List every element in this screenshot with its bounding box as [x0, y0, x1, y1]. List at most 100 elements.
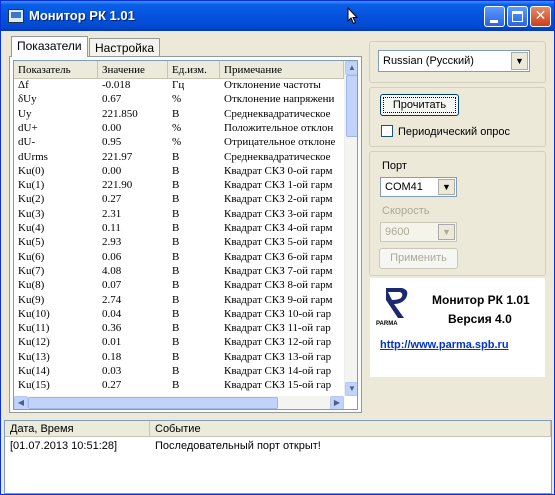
- cell-unit: В: [172, 237, 180, 249]
- table-vertical-scrollbar[interactable]: ▲ ▼: [344, 61, 357, 396]
- cell-value: 0.03: [102, 366, 122, 377]
- cell-note: Квадрат СКЗ 13-ой гар: [224, 351, 332, 363]
- cell-note: Квадрат СКЗ 14-ой гар: [224, 366, 332, 377]
- log-header: Дата, Время Событие: [5, 421, 551, 437]
- scroll-left-arrow-icon[interactable]: ◀: [14, 396, 28, 409]
- column-header-unit[interactable]: Ед.изм.: [168, 61, 220, 79]
- table-row[interactable]: Ku(11) 0.36 В Квадрат СКЗ 11-ой гар: [14, 323, 344, 335]
- cell-note: Отрицательное отклоне: [224, 137, 336, 149]
- tab-settings[interactable]: Настройка: [89, 38, 161, 57]
- cell-note: Квадрат СКЗ 12-ой гар: [224, 337, 332, 349]
- log-column-datetime[interactable]: Дата, Время: [5, 421, 150, 437]
- table-row[interactable]: Ku(1) 221.90 В Квадрат СКЗ 1-ой гарм: [14, 180, 344, 192]
- app-monitor-icon: [8, 9, 24, 23]
- cell-indicator: Ku(5): [18, 237, 45, 249]
- table-row[interactable]: Ku(7) 4.08 В Квадрат СКЗ 7-ой гарм: [14, 266, 344, 278]
- table-row[interactable]: Ku(3) 2.31 В Квадрат СКЗ 3-ой гарм: [14, 209, 344, 221]
- cell-value: 2.31: [102, 208, 122, 220]
- table-row[interactable]: Ku(9) 2.74 В Квадрат СКЗ 9-ой гарм: [14, 295, 344, 307]
- maximize-button[interactable]: [507, 6, 528, 27]
- table-row[interactable]: Ku(2) 0.27 В Квадрат СКЗ 2-ой гарм: [14, 194, 344, 206]
- cell-unit: В: [172, 380, 180, 392]
- table-row[interactable]: dUrms 221.97 В Среднеквадратическое: [14, 152, 344, 164]
- chevron-down-icon[interactable]: ▼: [438, 179, 455, 195]
- cell-value: 2.74: [102, 294, 122, 306]
- column-header-indicator[interactable]: Показатель: [14, 61, 98, 79]
- speed-label: Скорость: [382, 205, 430, 217]
- vertical-scroll-thumb[interactable]: [346, 75, 357, 137]
- cell-indicator: Ku(13): [18, 351, 50, 363]
- mouse-cursor-icon: [347, 7, 359, 25]
- cell-value: 221.90: [102, 180, 133, 192]
- table-row[interactable]: Δf -0.018 Гц Отклонение частоты: [14, 80, 344, 92]
- main-window: Монитор РК 1.01 ✕ Показатели Настройка П…: [0, 0, 555, 495]
- cell-value: 221.850: [102, 108, 138, 120]
- speed-select: 9600 ▼: [380, 222, 457, 242]
- cell-unit: В: [172, 208, 180, 220]
- language-select[interactable]: Russian (Русский) ▼: [378, 50, 530, 72]
- column-header-note[interactable]: Примечание: [220, 61, 344, 79]
- maximize-icon: [512, 11, 523, 22]
- table-row[interactable]: Ku(14) 0.03 В Квадрат СКЗ 14-ой гар: [14, 366, 344, 378]
- minimize-button[interactable]: [484, 6, 505, 27]
- table-row[interactable]: dU+ 0.00% Положительное отклон: [14, 123, 344, 135]
- language-select-value: Russian (Русский): [383, 55, 474, 67]
- table-row[interactable]: Ku(12) 0.01 В Квадрат СКЗ 12-ой гар: [14, 337, 344, 349]
- cell-indicator: dU+: [18, 122, 38, 134]
- table-row[interactable]: Ku(10) 0.04 В Квадрат СКЗ 10-ой гар: [14, 309, 344, 321]
- table-row[interactable]: Uy 221.850 В Среднеквадратическое: [14, 109, 344, 121]
- cell-value: 0.07: [102, 280, 122, 292]
- cell-indicator: Ku(15): [18, 380, 50, 392]
- website-link[interactable]: http://www.parma.spb.ru: [380, 339, 509, 351]
- cell-value: 0.00: [102, 165, 122, 177]
- indicators-table[interactable]: Показатель Значение Ед.изм. Примечание Δ…: [13, 60, 358, 410]
- scroll-up-arrow-icon[interactable]: ▲: [345, 61, 357, 75]
- table-row[interactable]: Ku(6) 0.06 В Квадрат СКЗ 6-ой гарм: [14, 252, 344, 264]
- read-button[interactable]: Прочитать: [380, 94, 459, 116]
- log-row[interactable]: [01.07.2013 10:51:28] Последовательный п…: [5, 440, 551, 453]
- about-panel: PARMA Монитор РК 1.01 Версия 4.0 http://…: [370, 278, 545, 377]
- cell-note: Квадрат СКЗ 4-ой гарм: [224, 223, 333, 234]
- cell-unit: Гц: [172, 80, 185, 91]
- port-select[interactable]: COM41 ▼: [380, 177, 457, 197]
- table-row[interactable]: dU- 0.95% Отрицательное отклоне: [14, 137, 344, 149]
- table-row[interactable]: Ku(5) 2.93 В Квадрат СКЗ 5-ой гарм: [14, 237, 344, 249]
- parma-logo-icon: [386, 288, 408, 318]
- cell-note: Среднеквадратическое: [224, 108, 331, 120]
- close-button[interactable]: ✕: [530, 6, 551, 27]
- scroll-down-arrow-icon[interactable]: ▼: [345, 382, 357, 396]
- tab-indicators[interactable]: Показатели: [11, 36, 88, 57]
- cell-note: Квадрат СКЗ 11-ой гар: [224, 323, 331, 335]
- cell-unit: В: [172, 165, 180, 177]
- title-bar[interactable]: Монитор РК 1.01 ✕: [1, 1, 554, 31]
- cell-value: 221.97: [102, 151, 133, 163]
- cell-note: Квадрат СКЗ 10-ой гар: [224, 308, 332, 320]
- cell-indicator: Uy: [18, 108, 32, 120]
- event-log[interactable]: Дата, Время Событие [01.07.2013 10:51:28…: [4, 420, 552, 494]
- column-header-value[interactable]: Значение: [98, 61, 168, 79]
- cell-indicator: Ku(3): [18, 208, 45, 220]
- log-column-event[interactable]: Событие: [150, 421, 551, 437]
- table-row[interactable]: Ku(4) 0.11 В Квадрат СКЗ 4-ой гарм: [14, 223, 344, 235]
- cell-value: 2.93: [102, 237, 122, 249]
- horizontal-scroll-thumb[interactable]: [28, 397, 278, 409]
- table-row[interactable]: Ku(13) 0.18 В Квадрат СКЗ 13-ой гар: [14, 352, 344, 364]
- cell-value: 0.04: [102, 308, 122, 320]
- cell-unit: В: [172, 280, 180, 292]
- chevron-down-icon: ▼: [438, 224, 455, 240]
- scroll-right-arrow-icon[interactable]: ▶: [330, 396, 344, 409]
- periodic-poll-checkbox[interactable]: [381, 125, 393, 137]
- cell-value: 0.27: [102, 194, 122, 206]
- cell-unit: В: [172, 337, 180, 349]
- cell-indicator: Ku(14): [18, 366, 50, 377]
- table-row[interactable]: Ku(8) 0.07 В Квадрат СКЗ 8-ой гарм: [14, 280, 344, 292]
- table-row[interactable]: Ku(0) 0.00 В Квадрат СКЗ 0-ой гарм: [14, 166, 344, 178]
- cell-value: 0.95: [102, 137, 122, 149]
- table-horizontal-scrollbar[interactable]: ◀ ▶: [14, 396, 344, 409]
- cell-note: Квадрат СКЗ 9-ой гарм: [224, 294, 333, 306]
- table-row[interactable]: δUy 0.67% Отклонение напряжени: [14, 94, 344, 106]
- periodic-poll-row[interactable]: Периодический опрос: [381, 125, 510, 138]
- cell-note: Отклонение частоты: [224, 80, 321, 91]
- chevron-down-icon[interactable]: ▼: [511, 52, 528, 70]
- table-row[interactable]: Ku(15) 0.27 В Квадрат СКЗ 15-ой гар: [14, 380, 344, 392]
